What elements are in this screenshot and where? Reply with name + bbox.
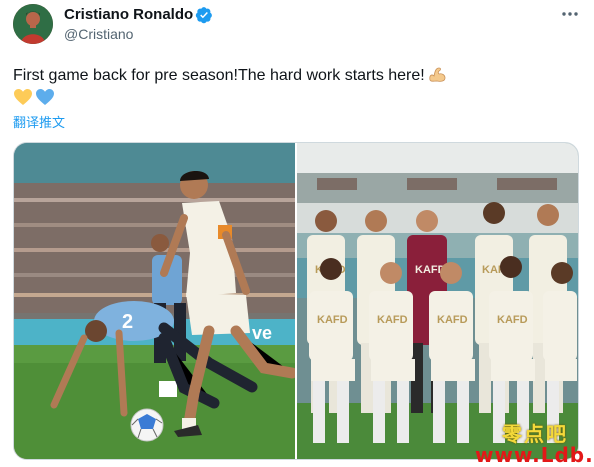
media-grid: ve 2 KAFD KAFD KAFD KAFD KAFD KAFD [13, 142, 579, 460]
sponsor-text: KAFD [497, 314, 528, 326]
more-options-icon[interactable] [560, 4, 580, 24]
tweet-card: Cristiano Ronaldo @Cristiano First game … [0, 0, 594, 467]
blue-heart-icon [36, 89, 54, 105]
football [130, 408, 164, 442]
sponsor-text: KAFD [317, 314, 348, 326]
watermark-url: www.Ldb.cc [475, 443, 594, 467]
sponsor-text: KAFD [437, 314, 468, 326]
tweet-text: First game back for pre season!The hard … [13, 65, 447, 86]
shirt-number: 2 [122, 311, 133, 333]
verified-badge-icon [195, 7, 212, 24]
photo-match-action[interactable]: ve 2 [14, 143, 295, 459]
translate-tweet-link[interactable]: 翻译推文 [13, 112, 65, 131]
ad-board-text: ve [252, 323, 272, 343]
avatar-image [13, 4, 53, 44]
author-handle[interactable]: @Cristiano [64, 26, 133, 42]
sponsor-text: KAFD [377, 314, 408, 326]
yellow-heart-icon [14, 89, 32, 105]
hearts-row [13, 88, 57, 108]
avatar[interactable] [13, 4, 53, 44]
photo-team-lineup[interactable]: KAFD KAFD KAFD KAFD KAFD KAFD KAFD [297, 143, 578, 459]
author-name[interactable]: Cristiano Ronaldo [64, 6, 193, 23]
flexed-biceps-icon [429, 67, 446, 82]
tweet-text-content: First game back for pre season!The hard … [13, 67, 425, 84]
